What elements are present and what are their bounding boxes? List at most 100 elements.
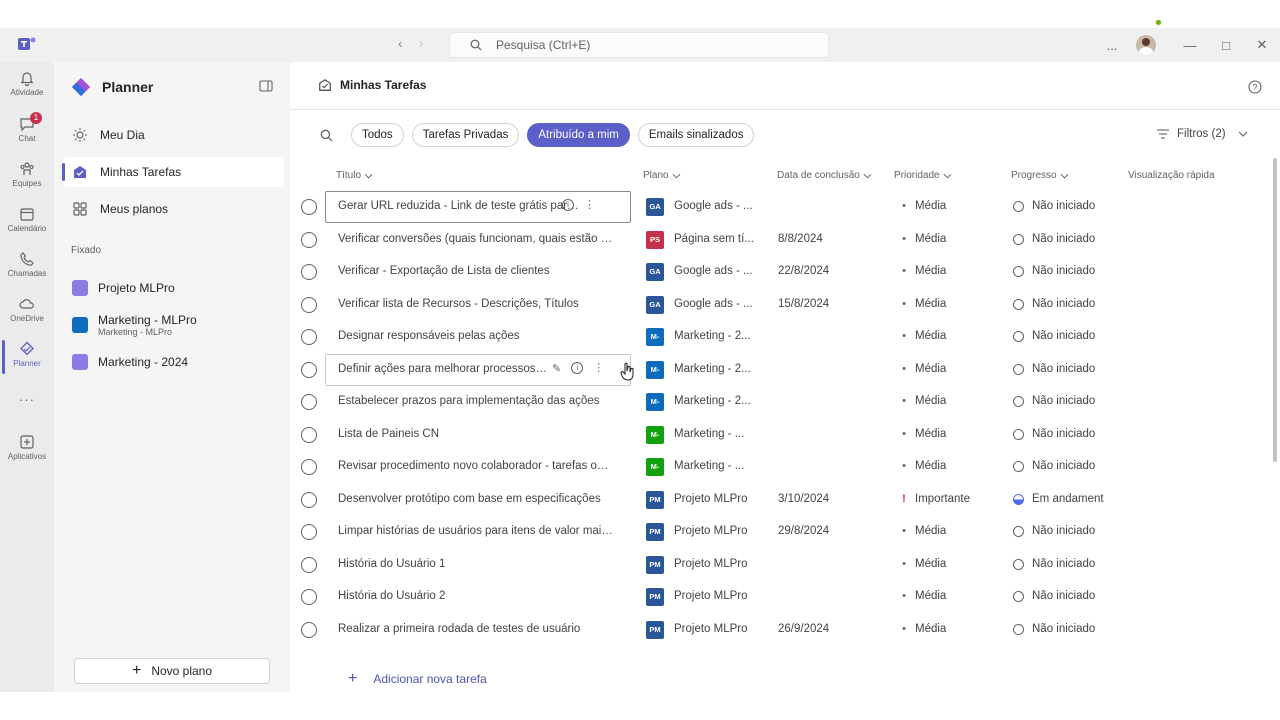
- priority-label[interactable]: Média: [915, 363, 946, 375]
- plan-name[interactable]: Marketing - 2...: [674, 395, 758, 407]
- pinned-plan-marketing-mlpro[interactable]: Marketing - MLPro Marketing - MLPro: [62, 310, 284, 340]
- filters-button[interactable]: Filtros (2): [1157, 128, 1248, 140]
- chip-all[interactable]: Todos: [351, 123, 404, 147]
- info-icon[interactable]: i: [571, 362, 584, 374]
- complete-task-checkbox[interactable]: [301, 231, 317, 248]
- complete-task-checkbox[interactable]: [301, 426, 317, 443]
- task-title[interactable]: Estabelecer prazos para implementação da…: [338, 395, 614, 407]
- chip-flagged-emails[interactable]: Emails sinalizados: [637, 123, 755, 147]
- priority-label[interactable]: Média: [915, 460, 946, 472]
- due-date[interactable]: 8/8/2024: [778, 233, 823, 245]
- task-title[interactable]: Lista de Paineis CN: [338, 428, 614, 440]
- task-row[interactable]: Desenvolver protótipo com base em especi…: [290, 484, 1275, 516]
- priority-label[interactable]: Média: [915, 395, 946, 407]
- task-row[interactable]: Gerar URL reduzida - Link de teste gráti…: [290, 191, 1275, 223]
- column-header-due-date[interactable]: Data de conclusão: [777, 170, 872, 181]
- plan-name[interactable]: Projeto MLPro: [674, 590, 758, 602]
- plan-name[interactable]: Google ads - ...: [674, 200, 758, 212]
- complete-task-checkbox[interactable]: [301, 329, 317, 345]
- complete-task-checkbox[interactable]: [301, 589, 317, 605]
- due-date[interactable]: 29/8/2024: [778, 525, 829, 537]
- task-title[interactable]: Desenvolver protótipo com base em especi…: [338, 493, 614, 505]
- sidebar-item-my-tasks[interactable]: Minhas Tarefas: [62, 157, 284, 187]
- plan-name[interactable]: Página sem tí...: [674, 233, 758, 245]
- back-arrow-icon[interactable]: ‹: [398, 35, 403, 51]
- task-title[interactable]: Limpar histórias de usuários para itens …: [338, 525, 614, 537]
- complete-task-checkbox[interactable]: [301, 459, 317, 475]
- progress-label[interactable]: Não iniciado: [1032, 233, 1095, 245]
- more-options-icon[interactable]: ⋮: [593, 362, 604, 374]
- plan-name[interactable]: Marketing - ...: [674, 460, 758, 472]
- progress-label[interactable]: Não iniciado: [1032, 298, 1095, 310]
- progress-label[interactable]: Não iniciado: [1032, 590, 1095, 602]
- task-row[interactable]: Revisar procedimento novo colaborador - …: [290, 451, 1275, 483]
- progress-label[interactable]: Não iniciado: [1032, 558, 1095, 570]
- progress-label[interactable]: Não iniciado: [1032, 363, 1095, 375]
- progress-label[interactable]: Não iniciado: [1032, 623, 1095, 635]
- progress-label[interactable]: Não iniciado: [1032, 395, 1095, 407]
- rail-item-calendar[interactable]: Calendário: [0, 206, 54, 233]
- progress-label[interactable]: Não iniciado: [1032, 330, 1095, 342]
- pinned-plan-projeto-mlpro[interactable]: Projeto MLPro: [62, 278, 284, 298]
- plan-name[interactable]: Projeto MLPro: [674, 493, 758, 505]
- plan-name[interactable]: Projeto MLPro: [674, 525, 758, 537]
- sidebar-item-my-day[interactable]: Meu Dia: [62, 120, 284, 150]
- column-header-plan[interactable]: Plano: [643, 170, 681, 181]
- new-plan-button[interactable]: + Novo plano: [74, 658, 270, 684]
- complete-task-checkbox[interactable]: [301, 491, 317, 508]
- priority-label[interactable]: Média: [915, 428, 946, 440]
- task-title[interactable]: Gerar URL reduzida - Link de teste gráti…: [338, 200, 582, 212]
- task-title[interactable]: Verificar conversões (quais funcionam, q…: [338, 233, 614, 245]
- add-task-button[interactable]: + Adicionar nova tarefa: [348, 670, 487, 688]
- progress-label[interactable]: Não iniciado: [1032, 460, 1095, 472]
- plan-name[interactable]: Marketing - 2...: [674, 330, 758, 342]
- complete-task-checkbox[interactable]: [301, 556, 317, 573]
- search-box[interactable]: Pesquisa (Ctrl+E): [449, 32, 829, 58]
- priority-label[interactable]: Média: [915, 298, 946, 310]
- complete-task-checkbox[interactable]: [301, 361, 317, 378]
- column-header-priority[interactable]: Prioridade: [894, 170, 952, 181]
- task-title[interactable]: Revisar procedimento novo colaborador - …: [338, 460, 614, 472]
- due-date[interactable]: 22/8/2024: [778, 265, 829, 277]
- edit-pen-icon[interactable]: ✎: [552, 362, 561, 375]
- due-date[interactable]: 26/9/2024: [778, 623, 829, 635]
- priority-label[interactable]: Média: [915, 200, 946, 212]
- complete-task-checkbox[interactable]: [301, 621, 317, 638]
- rail-item-teams[interactable]: Equipes: [0, 161, 54, 188]
- task-row[interactable]: Estabelecer prazos para implementação da…: [290, 386, 1275, 418]
- chip-assigned-to-me[interactable]: Atribuído a mim: [527, 123, 630, 147]
- rail-item-planner[interactable]: Planner: [0, 341, 54, 368]
- progress-label[interactable]: Não iniciado: [1032, 200, 1095, 212]
- task-row[interactable]: Designar responsáveis pelas ações M- Marke…: [290, 321, 1275, 353]
- chip-private-tasks[interactable]: Tarefas Privadas: [411, 123, 520, 147]
- task-row[interactable]: Realizar a primeira rodada de testes de …: [290, 614, 1275, 646]
- task-row[interactable]: Definir ações para melhorar processos fu…: [290, 353, 1275, 386]
- complete-task-checkbox[interactable]: [301, 394, 317, 410]
- task-row[interactable]: Lista de Paineis CN M- Marketing - ... • Méd…: [290, 419, 1275, 451]
- task-title[interactable]: Verificar - Exportação de Lista de clien…: [338, 265, 614, 277]
- help-icon[interactable]: ?: [1248, 80, 1262, 94]
- task-title[interactable]: Definir ações para melhorar processos fu…: [338, 363, 550, 375]
- task-row[interactable]: Verificar lista de Recursos - Descrições…: [290, 289, 1275, 321]
- progress-label[interactable]: Não iniciado: [1032, 428, 1095, 440]
- plan-name[interactable]: Marketing - 2...: [674, 363, 758, 375]
- complete-task-checkbox[interactable]: [301, 296, 317, 313]
- task-title[interactable]: História do Usuário 2: [338, 590, 614, 602]
- rail-item-calls[interactable]: Chamadas: [0, 251, 54, 278]
- maximize-button[interactable]: □: [1208, 38, 1244, 53]
- complete-task-checkbox[interactable]: [301, 524, 317, 540]
- plan-name[interactable]: Marketing - ...: [674, 428, 758, 440]
- plan-name[interactable]: Projeto MLPro: [674, 623, 758, 635]
- more-options-icon[interactable]: ...: [1094, 38, 1130, 53]
- search-icon[interactable]: [320, 129, 333, 142]
- due-date[interactable]: 3/10/2024: [778, 493, 829, 505]
- plan-name[interactable]: Google ads - ...: [674, 298, 758, 310]
- sidebar-item-my-plans[interactable]: Meus planos: [62, 194, 284, 224]
- collapse-sidebar-icon[interactable]: [259, 80, 273, 92]
- priority-label[interactable]: Média: [915, 265, 946, 277]
- pinned-plan-marketing-2024[interactable]: Marketing - 2024: [62, 352, 284, 372]
- priority-label[interactable]: Média: [915, 330, 946, 342]
- progress-label[interactable]: Não iniciado: [1032, 265, 1095, 277]
- rail-more-button[interactable]: ···: [0, 392, 54, 407]
- task-row[interactable]: História do Usuário 2 PM Projeto MLPro • Méd…: [290, 581, 1275, 613]
